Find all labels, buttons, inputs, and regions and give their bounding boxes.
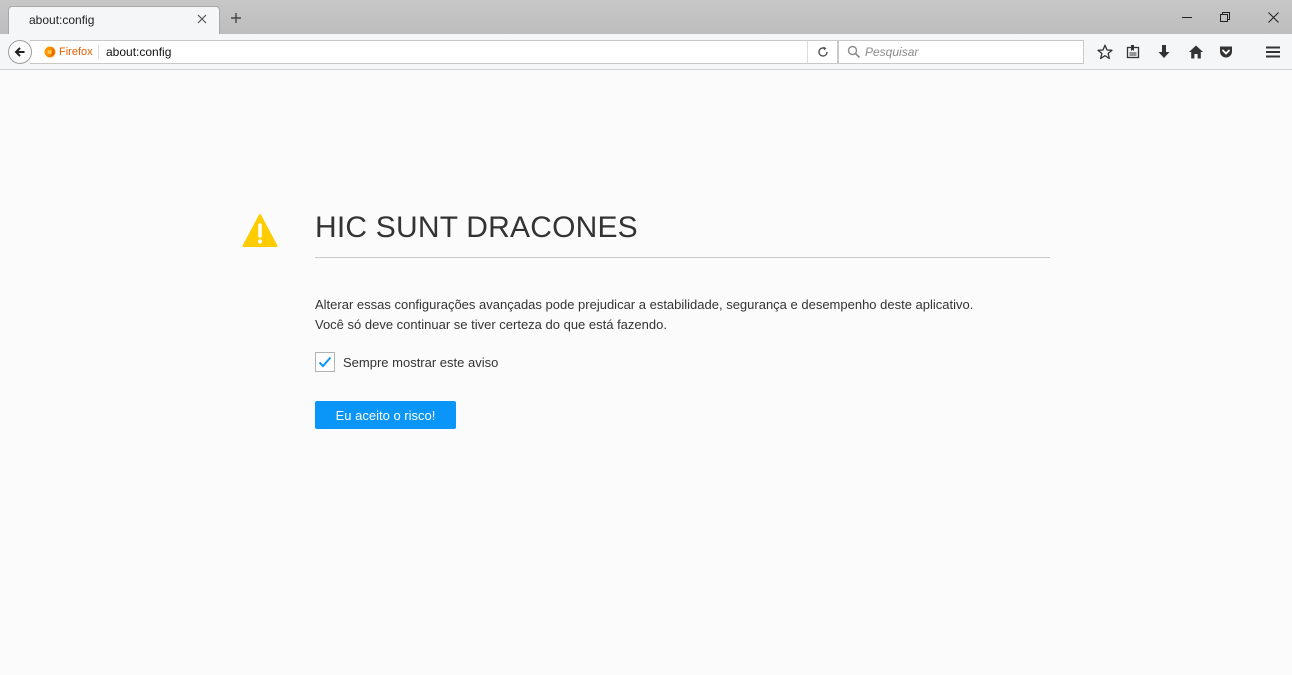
page-title: HIC SUNT DRACONES (315, 211, 1050, 258)
back-button[interactable] (8, 40, 32, 64)
show-warning-label: Sempre mostrar este aviso (343, 354, 499, 370)
window-close-button[interactable] (1258, 6, 1288, 28)
checkmark-icon (318, 356, 332, 368)
reading-list-icon (1126, 45, 1140, 59)
reload-icon (817, 46, 828, 57)
search-icon (847, 45, 861, 59)
restore-icon (1220, 12, 1230, 22)
accept-risk-button[interactable]: Eu aceito o risco! (315, 401, 456, 429)
firefox-logo-icon (44, 46, 56, 58)
tab-strip: about:config (0, 0, 1292, 34)
pocket-button[interactable] (1215, 42, 1237, 62)
tab-about-config[interactable]: about:config (8, 6, 220, 34)
menu-icon (1266, 46, 1280, 58)
home-button[interactable] (1185, 42, 1207, 62)
nav-toolbar: Firefox about:config (0, 34, 1292, 70)
warning-description: Alterar essas configurações avançadas po… (315, 295, 1075, 335)
minimize-icon (1182, 17, 1192, 18)
close-icon (197, 14, 207, 24)
reload-button[interactable] (807, 41, 837, 63)
plus-icon (231, 13, 241, 23)
close-icon (1267, 11, 1279, 23)
tab-title: about:config (29, 13, 95, 27)
identity-separator (98, 45, 99, 59)
back-arrow-icon (14, 47, 25, 57)
bookmark-star-button[interactable] (1094, 42, 1116, 62)
new-tab-button[interactable] (226, 8, 246, 28)
pocket-icon (1220, 46, 1232, 58)
search-bar[interactable] (838, 40, 1084, 64)
download-icon (1158, 45, 1170, 58)
minimize-button[interactable] (1172, 6, 1202, 28)
star-icon (1097, 44, 1113, 60)
identity-box[interactable]: Firefox (44, 41, 93, 63)
downloads-button[interactable] (1153, 42, 1175, 62)
identity-label: Firefox (59, 46, 93, 58)
bookmarks-menu-button[interactable] (1122, 42, 1144, 62)
menu-button[interactable] (1262, 42, 1284, 62)
description-line-2: Você só deve continuar se tiver certeza … (315, 317, 667, 332)
url-text[interactable]: about:config (106, 45, 171, 59)
url-bar[interactable]: Firefox about:config (30, 40, 838, 64)
page-content: HIC SUNT DRACONES Alterar essas configur… (0, 71, 1292, 675)
show-warning-checkbox[interactable] (315, 352, 335, 372)
show-warning-checkbox-row[interactable]: Sempre mostrar este aviso (315, 351, 498, 373)
tab-close-button[interactable] (193, 10, 211, 28)
restore-button[interactable] (1210, 6, 1240, 28)
search-input[interactable] (865, 43, 1075, 61)
warning-icon (242, 214, 278, 247)
description-line-1: Alterar essas configurações avançadas po… (315, 297, 974, 312)
home-icon (1189, 45, 1203, 59)
